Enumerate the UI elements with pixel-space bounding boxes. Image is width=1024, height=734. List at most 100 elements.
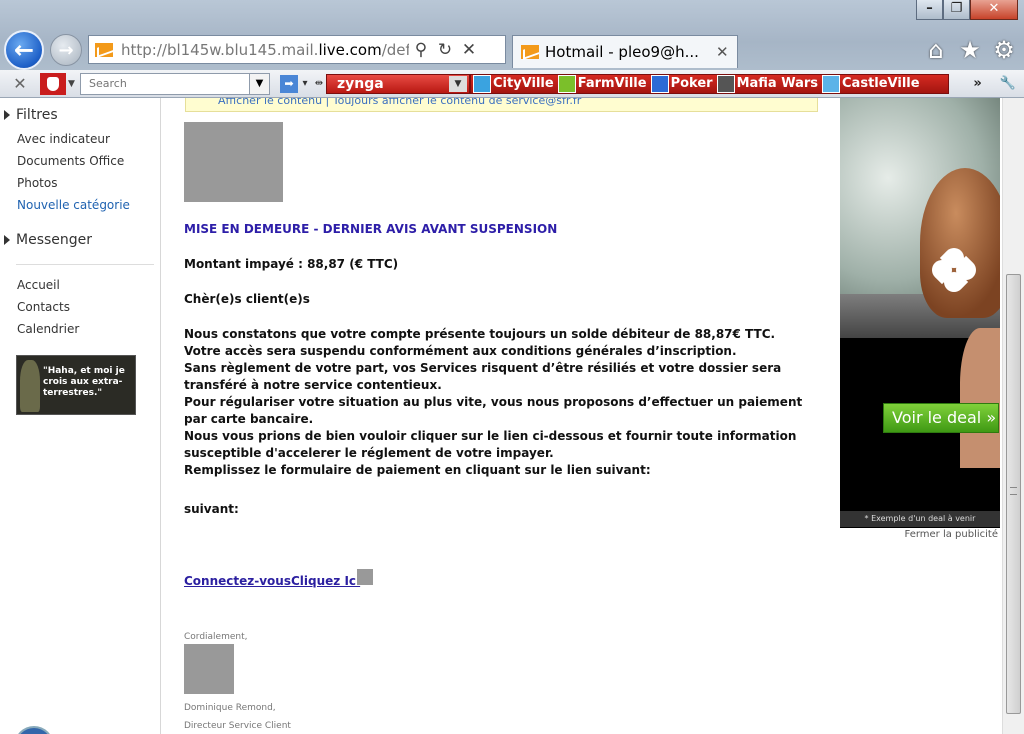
address-url[interactable]: http://bl145w.blu145.mail.live.com/defau…	[121, 41, 409, 59]
game-link[interactable]: FarmVille	[557, 74, 647, 93]
wrench-icon[interactable]: 🔧	[1000, 76, 1016, 91]
tab-hotmail[interactable]: Hotmail - pleo9@h... ✕	[512, 35, 738, 68]
content-gutter	[830, 98, 840, 734]
messenger-heading-label: Messenger	[16, 232, 93, 248]
search-icon[interactable]: ⚲	[409, 40, 433, 60]
sidebar-item-home[interactable]: Accueil	[17, 278, 60, 292]
body-line: Votre accès sera suspendu conformément a…	[184, 344, 737, 358]
ad-caption: * Exemple d'un deal à venir	[840, 511, 1000, 527]
email-heading: MISE EN DEMEURE - DERNIER AVIS AVANT SUS…	[184, 222, 558, 236]
alien-figure-icon	[20, 360, 40, 412]
page-scrollbar[interactable]	[1002, 98, 1024, 734]
url-prefix: http://bl145w.blu145.mail.	[121, 40, 319, 59]
sidebar-item-flagged[interactable]: Avec indicateur	[17, 132, 110, 146]
ad-woman-shoulder-image	[960, 328, 1000, 468]
body-line: Pour régulariser votre situation au plus…	[184, 395, 803, 426]
suivant-text: suivant:	[184, 502, 239, 516]
hotmail-favicon-icon	[95, 42, 113, 57]
home-icon[interactable]: ⌂	[922, 36, 950, 64]
chevron-down-icon[interactable]: ▼	[68, 79, 80, 89]
refresh-icon[interactable]: ↻	[433, 40, 457, 60]
toolbar-search-input[interactable]	[80, 72, 250, 95]
image-placeholder-signature	[184, 644, 234, 694]
chevron-down-icon: ▼	[449, 75, 467, 92]
zynga-label: zynga	[337, 75, 384, 92]
forward-button[interactable]: →	[50, 34, 82, 66]
game-label: Mafia Wars	[736, 76, 819, 91]
sidebar-ad-text: "Haha, et moi je crois aux extra-terrest…	[43, 366, 125, 398]
close-toolbar-icon[interactable]: ✕	[0, 74, 40, 93]
stop-icon[interactable]: ✕	[457, 40, 481, 60]
minimize-button[interactable]: –	[916, 0, 943, 20]
hotmail-tab-icon	[521, 45, 539, 59]
close-window-button[interactable]: ✕	[970, 0, 1018, 20]
deal-ad-banner[interactable]	[840, 98, 1000, 528]
tab-title: Hotmail - pleo9@h...	[545, 43, 699, 61]
game-link[interactable]: Mafia Wars	[716, 74, 819, 93]
resize-handle-icon[interactable]: ⇹	[312, 78, 326, 89]
body-line: Nous constatons que votre compte présent…	[184, 327, 776, 341]
sidebar-item-office-docs[interactable]: Documents Office	[17, 154, 124, 168]
messenger-heading[interactable]: Messenger	[4, 232, 92, 248]
sidebar: Filtres Avec indicateur Documents Office…	[0, 98, 161, 734]
maximize-button[interactable]: ❐	[943, 0, 970, 20]
greeting: Chèr(e)s client(e)s	[184, 292, 310, 306]
sidebar-item-contacts[interactable]: Contacts	[17, 300, 70, 314]
game-link[interactable]: CityVille	[473, 74, 554, 93]
tab-close-icon[interactable]: ✕	[716, 43, 729, 61]
zynga-toolbar: ✕ ▼ ▼ ➡ ▾ ⇹ zynga ▼ CityVille FarmVille Po…	[0, 70, 1024, 98]
game-link[interactable]: CastleVille	[822, 74, 920, 93]
star-icon[interactable]: ★	[956, 36, 984, 64]
messenger-status-icon[interactable]	[14, 726, 54, 734]
arrow-left-icon: ←	[13, 36, 35, 64]
game-label: CastleVille	[842, 76, 920, 91]
more-chevron-icon[interactable]: »	[973, 76, 981, 91]
sidebar-divider	[16, 264, 154, 265]
gear-icon[interactable]: ⚙	[990, 36, 1018, 64]
back-button[interactable]: ←	[4, 30, 44, 70]
search-dropdown-icon[interactable]: ▼	[250, 72, 270, 95]
zynga-logo-icon[interactable]	[40, 72, 66, 95]
scrollbar-thumb[interactable]	[1006, 274, 1021, 714]
filters-heading[interactable]: Filtres	[4, 107, 58, 123]
signature-name: Dominique Remond,	[184, 703, 276, 713]
browser-title-bar: – ❐ ✕ ← → http://bl145w.blu145.mail.live…	[0, 0, 1024, 70]
game-link[interactable]: Poker	[650, 74, 713, 93]
view-deal-button[interactable]: Voir le deal »	[883, 403, 999, 433]
close-ad-link[interactable]: Fermer la publicité	[840, 529, 1000, 540]
game-icon	[473, 74, 491, 93]
sidebar-item-calendar[interactable]: Calendrier	[17, 322, 79, 336]
email-content: Afficher le contenu | Toujours afficher …	[161, 98, 830, 734]
amount-due: Montant impayé : 88,87 (€ TTC)	[184, 257, 399, 271]
image-placeholder-link	[357, 569, 373, 585]
game-icon	[650, 74, 669, 93]
game-icon	[557, 74, 576, 93]
show-content-notice[interactable]: Afficher le contenu | Toujours afficher …	[185, 98, 818, 112]
toolbar-more: » 🔧	[973, 76, 1016, 91]
window-controls: – ❐ ✕	[916, 0, 1018, 20]
browser-actions: ⌂ ★ ⚙	[922, 36, 1018, 64]
url-suffix: /default	[381, 40, 409, 59]
expand-triangle-icon	[4, 235, 10, 245]
game-label: FarmVille	[577, 76, 647, 91]
url-host: live.com	[318, 40, 382, 59]
payment-link[interactable]: Connectez-vousCliquez Ici	[184, 574, 360, 588]
signature-title: Directeur Service Client	[184, 721, 291, 731]
sidebar-item-new-category[interactable]: Nouvelle catégorie	[17, 198, 130, 212]
image-placeholder-logo	[184, 122, 283, 202]
sidebar-ad[interactable]: "Haha, et moi je crois aux extra-terrest…	[16, 355, 136, 415]
body-line: Remplissez le formulaire de paiement en …	[184, 463, 651, 477]
flower-icon	[927, 243, 981, 297]
chevron-down-icon[interactable]: ▾	[298, 78, 312, 89]
ad-woman-hair-image	[920, 168, 1000, 318]
sidebar-item-photos[interactable]: Photos	[17, 176, 57, 190]
game-label: CityVille	[493, 76, 554, 91]
body-line: Nous vous prions de bien vouloir cliquer…	[184, 429, 797, 460]
game-icon	[716, 74, 735, 93]
zynga-dropdown[interactable]: zynga ▼	[326, 73, 470, 94]
go-arrow-icon[interactable]: ➡	[280, 74, 298, 93]
address-bar[interactable]: http://bl145w.blu145.mail.live.com/defau…	[88, 35, 506, 64]
body-line: Sans règlement de votre part, vos Servic…	[184, 361, 782, 392]
game-label: Poker	[670, 76, 713, 91]
new-tab-button[interactable]	[740, 36, 770, 66]
